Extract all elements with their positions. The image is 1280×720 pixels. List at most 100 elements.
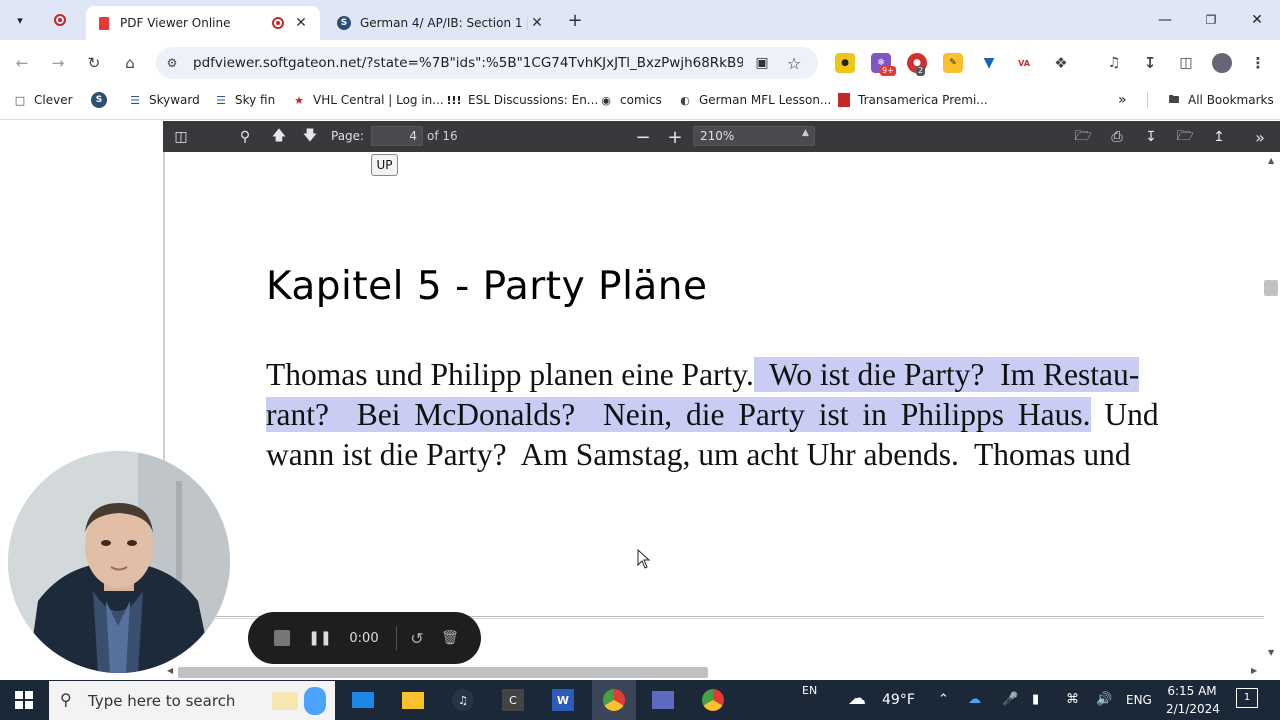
volume-icon[interactable]: 🔊	[1096, 692, 1112, 707]
back-button[interactable]: ←	[9, 50, 35, 76]
mouse-cursor-icon	[637, 548, 651, 572]
comics-icon: ◉	[601, 93, 611, 107]
notifications-button[interactable]: 1	[1236, 688, 1258, 708]
menu-kebab-icon[interactable]: ⋮	[1248, 53, 1268, 73]
tab-search-button[interactable]: ▾	[8, 8, 32, 32]
up-button[interactable]: UP	[371, 154, 398, 176]
clock-date[interactable]: 2/1/2024	[1166, 702, 1220, 716]
vertical-scrollbar[interactable]: ▲ ▼	[1264, 152, 1280, 668]
print-icon: ⎙	[1111, 129, 1123, 145]
monitor-app-icon[interactable]	[649, 686, 677, 714]
bookmark-sky-fin[interactable]: ☰ Sky fin	[213, 92, 275, 108]
weather-temp[interactable]: 49°F	[882, 692, 915, 708]
scroll-left-arrow-icon[interactable]: ◀	[167, 666, 173, 675]
audio-app-icon[interactable]: ♫	[449, 686, 477, 714]
camera-in-use-icon[interactable]: ▣	[752, 54, 772, 72]
battery-icon[interactable]: ▮	[1032, 692, 1039, 707]
site-info-icon[interactable]: ⚙	[164, 55, 180, 71]
scroll-up-arrow-icon[interactable]: ▲	[1268, 156, 1274, 165]
arrow-down-icon: 🡇	[302, 128, 318, 144]
open-file-button[interactable]: 🗁	[1072, 126, 1094, 148]
next-page-button[interactable]: 🡇	[299, 126, 321, 148]
bookmark-vhl[interactable]: ★ VHL Central | Log in...	[291, 92, 444, 108]
language-indicator[interactable]: ENG	[1126, 693, 1152, 707]
export-button[interactable]: ↥	[1208, 126, 1230, 148]
scroll-down-arrow-icon[interactable]: ▼	[1268, 648, 1274, 657]
download-button[interactable]: ↧	[1140, 126, 1162, 148]
tab-german-4[interactable]: S German 4/ AP/IB: Section 1 | Sc ✕	[326, 6, 556, 40]
download-icon[interactable]: ↧	[1140, 53, 1160, 73]
zoom-in-button[interactable]: +	[664, 126, 686, 148]
more-bookmarks-button[interactable]: »	[1118, 92, 1127, 108]
bookmark-skyward[interactable]: ☰ Skyward	[127, 92, 200, 108]
bookmark-german-mfl[interactable]: ◐ German MFL Lesson...	[677, 92, 831, 108]
close-tab-icon[interactable]: ✕	[292, 14, 310, 32]
profile-avatar[interactable]	[1212, 53, 1232, 73]
previous-page-button[interactable]: 🡅	[268, 126, 290, 148]
find-button[interactable]: ⚲	[234, 126, 256, 148]
extension-icon-4[interactable]: ✎	[943, 53, 963, 73]
media-control-icon[interactable]: ♫	[1104, 53, 1124, 73]
show-hidden-icons-button[interactable]: ⌃	[938, 692, 949, 707]
bookmark-clever[interactable]: □ Clever	[12, 92, 73, 108]
pause-recording-button[interactable]: ❚❚	[308, 628, 331, 648]
sidebar-icon: ◫	[174, 129, 188, 145]
word-icon[interactable]: W	[549, 686, 577, 714]
stop-recording-button[interactable]	[270, 628, 294, 648]
extension-icon-1[interactable]: ●	[835, 53, 855, 73]
onedrive-icon[interactable]: ☁	[968, 692, 981, 707]
reload-button[interactable]: ↻	[81, 50, 107, 76]
tab-pdf-viewer[interactable]: PDF Viewer Online ✕	[86, 6, 320, 40]
clock-time[interactable]: 6:15 AM	[1166, 684, 1218, 698]
bookmark-star-icon[interactable]: ☆	[784, 53, 804, 73]
url-text[interactable]: pdfviewer.softgateon.net/?state=%7B"ids"…	[193, 55, 743, 71]
page-number-input[interactable]: 4	[371, 126, 423, 146]
tools-button[interactable]: »	[1249, 126, 1271, 148]
puzzle-icon[interactable]: ❖	[1051, 53, 1071, 73]
chrome-icon[interactable]	[699, 686, 727, 714]
recording-timer: 0:00	[349, 630, 379, 646]
page-label: Page:	[331, 129, 365, 143]
minimize-button[interactable]: —	[1142, 0, 1188, 40]
vertical-scroll-thumb[interactable]	[1264, 280, 1278, 296]
delete-recording-button[interactable]: 🗑	[440, 628, 460, 648]
print-button[interactable]: ⎙	[1106, 126, 1128, 148]
extension-icon-5[interactable]: ▼	[979, 53, 999, 73]
file-explorer-icon[interactable]	[399, 686, 427, 714]
microphone-icon[interactable]: 🎤	[1002, 692, 1018, 707]
sidebar-toggle-button[interactable]: ◫	[170, 126, 192, 148]
highlighted-text: Wo ist die Party? Im Restau-	[753, 357, 1140, 392]
wifi-icon[interactable]: ⌘	[1066, 692, 1079, 707]
bookmark-skyward-logo[interactable]: S	[91, 92, 113, 108]
horizontal-scroll-thumb[interactable]	[178, 667, 708, 678]
save-button[interactable]: 🗁	[1174, 126, 1196, 148]
c-app-icon[interactable]: C	[499, 686, 527, 714]
folder-icon: 🖿	[1168, 92, 1180, 106]
close-tab-icon[interactable]: ✕	[528, 14, 546, 32]
side-panel-icon[interactable]: ◫	[1176, 53, 1196, 73]
home-button[interactable]: ⌂	[117, 50, 143, 76]
zoom-out-button[interactable]: −	[632, 126, 654, 148]
bookmark-transamerica[interactable]: Transamerica Premi...	[836, 92, 988, 108]
search-icon: ⚲	[239, 129, 251, 145]
chrome-profile-icon[interactable]	[600, 686, 628, 714]
mail-app-icon[interactable]	[349, 686, 377, 714]
vhl-icon: ★	[294, 93, 304, 107]
scroll-right-arrow-icon[interactable]: ▶	[1251, 666, 1257, 675]
bookmark-esl[interactable]: !!! ESL Discussions: En...	[446, 92, 598, 108]
tab-title: PDF Viewer Online	[120, 16, 231, 30]
extension-icon-va[interactable]: VA	[1014, 53, 1034, 73]
all-bookmarks[interactable]: 🖿 All Bookmarks	[1166, 92, 1274, 108]
zoom-select[interactable]: 210%	[693, 126, 815, 146]
restore-button[interactable]: ❐	[1188, 0, 1234, 40]
extension-badge: 9+	[880, 66, 896, 76]
bookmark-label: ESL Discussions: En...	[468, 93, 599, 107]
recording-tab[interactable]	[48, 8, 72, 32]
bookmark-comics[interactable]: ◉ comics	[598, 92, 662, 108]
start-button[interactable]	[10, 686, 38, 714]
close-window-button[interactable]: ✕	[1234, 0, 1280, 40]
forward-button[interactable]: →	[45, 50, 71, 76]
keyboard-indicator[interactable]: EN	[802, 684, 817, 697]
restart-recording-button[interactable]: ↺	[406, 628, 428, 648]
new-tab-button[interactable]: +	[563, 8, 587, 32]
